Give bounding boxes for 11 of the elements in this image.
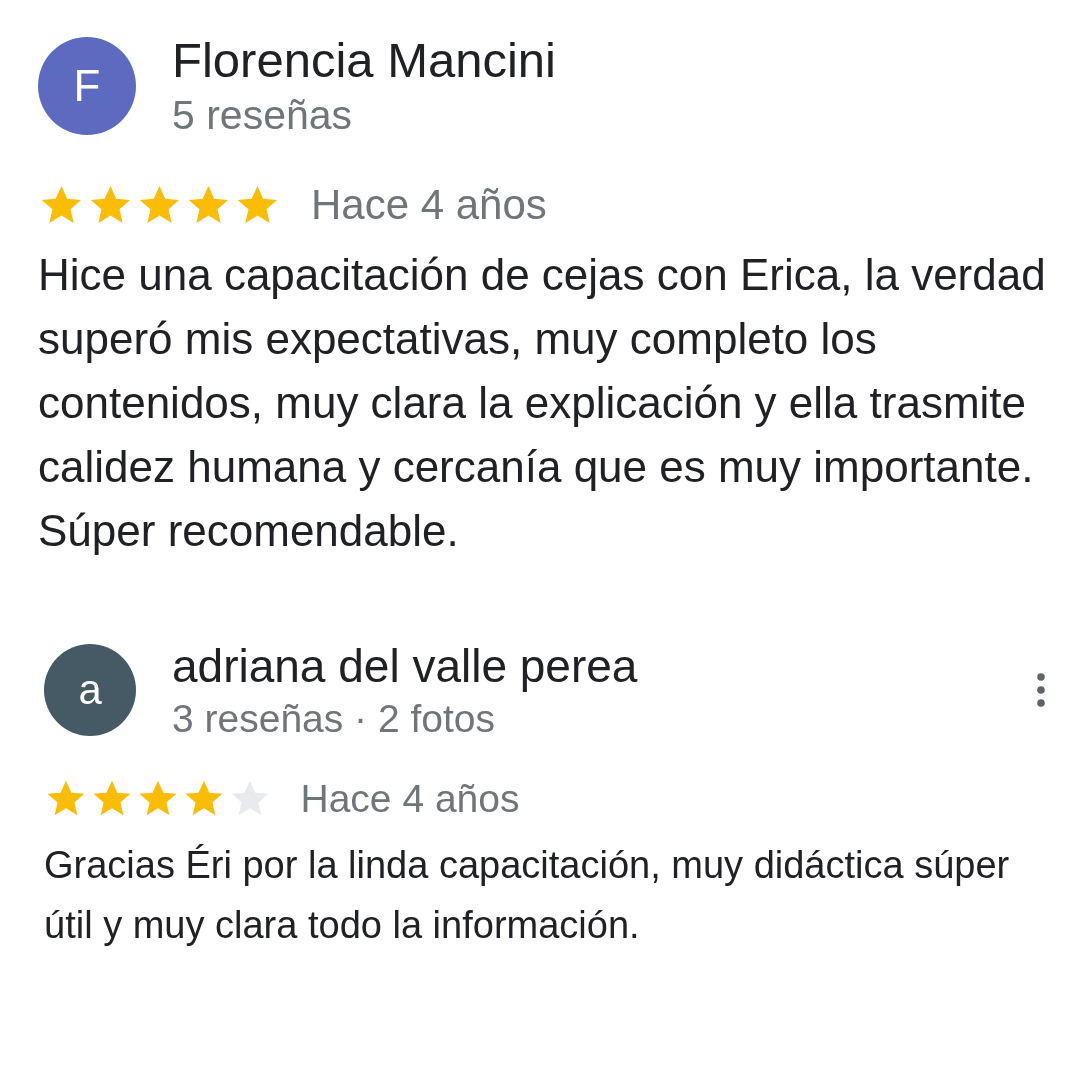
review-text: Hice una capacitación de cejas con Erica, la verdad superó mis expectativas, muy completo los contenidos, muy clara la explicación y ella trasmite calidez humana y cercanía que es muy importante. Súper recomendable. — [38, 249, 1047, 557]
review-time: Hace 4 años — [311, 181, 547, 229]
more-icon — [1036, 671, 1046, 708]
avatar-initial: F — [73, 60, 101, 111]
review-text: Gracias Éri por la linda capacitación, muy didáctica súper útil y muy clara todo la información. — [44, 842, 1011, 948]
reviewer-name: adriana del valle perea — [172, 639, 639, 693]
review-time: Hace 4 años — [300, 776, 520, 821]
reviewer-meta: 3 reseñas · 2 fotos — [172, 696, 496, 741]
avatar-initial: a — [78, 665, 102, 714]
reviewer-name: Florencia Mancini — [172, 32, 557, 88]
reviewer-meta: 5 reseñas — [172, 92, 354, 139]
